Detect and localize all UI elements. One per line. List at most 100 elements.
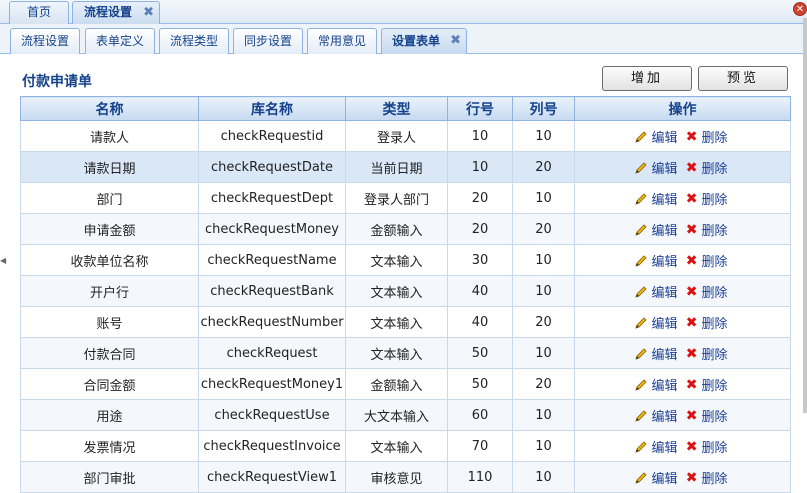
- edit-link[interactable]: 编辑: [634, 379, 686, 394]
- delete-label: 删除: [701, 316, 728, 332]
- pencil-icon: [634, 471, 647, 484]
- cell-name: 收款单位名称: [20, 244, 199, 276]
- column-header-type[interactable]: 类型: [345, 96, 448, 121]
- cell-row: 40: [447, 275, 513, 307]
- delete-label: 删除: [701, 378, 728, 394]
- cell-type: 文本输入: [345, 275, 448, 307]
- cell-col: 20: [512, 213, 575, 245]
- edit-label: 编辑: [651, 192, 678, 208]
- tab-process-settings[interactable]: 流程设置: [10, 28, 80, 54]
- cell-name: 申请金额: [20, 213, 199, 245]
- edit-link[interactable]: 编辑: [634, 224, 686, 239]
- close-icon[interactable]: ✖: [143, 2, 154, 23]
- cell-db-name: checkRequestid: [198, 120, 346, 152]
- close-icon[interactable]: ✖: [450, 29, 461, 53]
- edit-link[interactable]: 编辑: [634, 162, 686, 177]
- delete-label: 删除: [701, 130, 728, 146]
- table-row[interactable]: 请款人 checkRequestid 登录人 10 10 编辑 ✖ 删除: [20, 120, 791, 152]
- edit-link[interactable]: 编辑: [634, 255, 686, 270]
- tab-label: 常用意见: [317, 34, 366, 48]
- cell-name: 合同金额: [20, 368, 199, 400]
- cell-db-name: checkRequestName: [198, 244, 346, 276]
- delete-link[interactable]: ✖ 删除: [686, 129, 732, 146]
- edit-link[interactable]: 编辑: [634, 410, 686, 425]
- close-icon[interactable]: ✕: [793, 2, 807, 16]
- table-row[interactable]: 收款单位名称 checkRequestName 文本输入 30 10 编辑 ✖ 删…: [20, 244, 791, 276]
- delete-link[interactable]: ✖ 删除: [685, 376, 732, 394]
- cell-row: 50: [447, 368, 513, 400]
- edit-link[interactable]: 编辑: [634, 348, 686, 363]
- table-row[interactable]: 账号 checkRequestNumber 文本输入 40 20 编辑 ✖ 删除: [20, 306, 791, 338]
- tab-form-definition[interactable]: 表单定义: [85, 28, 155, 54]
- cell-actions: 编辑 ✖ 删除: [574, 461, 791, 493]
- tab-sync-settings[interactable]: 同步设置: [233, 28, 303, 54]
- edit-link[interactable]: 编辑: [634, 472, 686, 487]
- cell-name: 付款合同: [20, 337, 199, 369]
- pencil-icon: [634, 440, 647, 453]
- tab-label: 设置表单: [391, 34, 440, 48]
- table-row[interactable]: 请款日期 checkRequestDate 当前日期 10 20 编辑 ✖ 删除: [20, 151, 791, 183]
- table-row[interactable]: 用途 checkRequestUse 大文本输入 60 10 编辑 ✖ 删除: [20, 399, 791, 431]
- edit-label: 编辑: [651, 285, 678, 301]
- column-header-db-name[interactable]: 库名称: [198, 96, 346, 121]
- table-row[interactable]: 合同金额 checkRequestMoney1 金额输入 50 20 编辑 ✖ 删…: [20, 368, 791, 400]
- delete-link[interactable]: ✖ 删除: [686, 253, 732, 270]
- column-header-name[interactable]: 名称: [20, 96, 199, 121]
- delete-label: 删除: [701, 471, 728, 487]
- red-x-icon: ✖: [685, 376, 698, 393]
- column-header-row[interactable]: 行号: [447, 96, 513, 121]
- delete-link[interactable]: ✖ 删除: [686, 160, 732, 177]
- tab-set-form[interactable]: 设置表单 ✖: [381, 28, 467, 54]
- table-row[interactable]: 部门 checkRequestDept 登录人部门 20 10 编辑 ✖ 删除: [20, 182, 791, 214]
- cell-db-name: checkRequestBank: [198, 275, 346, 307]
- tab-home[interactable]: 首页: [9, 1, 69, 24]
- tab-common-opinions[interactable]: 常用意见: [307, 28, 377, 54]
- edit-link[interactable]: 编辑: [634, 131, 686, 146]
- form-fields-table: 名称 库名称 类型 行号 列号 操作 请款人 checkRequestid 登录…: [20, 96, 791, 493]
- cell-name: 开户行: [20, 275, 199, 307]
- tab-process-type[interactable]: 流程类型: [159, 28, 229, 54]
- cell-row: 10: [447, 120, 513, 152]
- edit-link[interactable]: 编辑: [634, 441, 686, 456]
- cell-type: 登录人: [345, 120, 448, 152]
- column-header-col[interactable]: 列号: [512, 96, 575, 121]
- cell-type: 金额输入: [345, 213, 448, 245]
- edit-link[interactable]: 编辑: [634, 193, 686, 208]
- edit-link[interactable]: 编辑: [634, 286, 686, 301]
- table-row[interactable]: 申请金额 checkRequestMoney 金额输入 20 20 编辑 ✖ 删除: [20, 213, 791, 245]
- edit-link[interactable]: 编辑: [634, 317, 686, 332]
- delete-label: 删除: [701, 409, 728, 425]
- tab-workflow-settings[interactable]: 流程设置 ✖: [72, 1, 160, 25]
- preview-button[interactable]: 预览: [698, 66, 788, 91]
- cell-row: 20: [447, 182, 513, 214]
- red-x-icon: ✖: [685, 469, 698, 486]
- cell-actions: 编辑 ✖ 删除: [574, 120, 791, 152]
- delete-link[interactable]: ✖ 删除: [686, 439, 732, 456]
- delete-link[interactable]: ✖ 删除: [686, 284, 732, 301]
- vertical-scrollbar[interactable]: [803, 18, 807, 413]
- add-button[interactable]: 增加: [602, 66, 692, 91]
- table-row[interactable]: 部门审批 checkRequestView1 审核意见 110 10 编辑 ✖ 删…: [20, 461, 791, 493]
- cell-db-name: checkRequestDate: [198, 151, 346, 183]
- delete-label: 删除: [701, 254, 728, 270]
- edit-label: 编辑: [651, 223, 678, 239]
- delete-link[interactable]: ✖ 删除: [686, 222, 732, 239]
- cell-col: 10: [512, 120, 575, 152]
- delete-link[interactable]: ✖ 删除: [686, 315, 732, 332]
- table-row[interactable]: 开户行 checkRequestBank 文本输入 40 10 编辑 ✖ 删除: [20, 275, 791, 307]
- delete-link[interactable]: ✖ 删除: [685, 469, 732, 487]
- cell-actions: 编辑 ✖ 删除: [574, 275, 791, 307]
- table-row[interactable]: 付款合同 checkRequest 文本输入 50 10 编辑 ✖ 删除: [20, 337, 791, 369]
- tab-workflow-settings-label: 流程设置: [83, 5, 132, 19]
- cell-name: 用途: [20, 399, 199, 431]
- table-row[interactable]: 发票情况 checkRequestInvoice 文本输入 70 10 编辑 ✖…: [20, 430, 791, 462]
- delete-link[interactable]: ✖ 删除: [686, 408, 732, 425]
- edit-label: 编辑: [651, 471, 678, 487]
- red-x-icon: ✖: [685, 190, 698, 207]
- collapse-arrow-icon[interactable]: ◀: [0, 256, 6, 266]
- delete-link[interactable]: ✖ 删除: [685, 190, 732, 208]
- delete-link[interactable]: ✖ 删除: [686, 346, 732, 363]
- cell-col: 10: [512, 337, 575, 369]
- cell-type: 金额输入: [345, 368, 448, 400]
- cell-col: 10: [512, 275, 575, 307]
